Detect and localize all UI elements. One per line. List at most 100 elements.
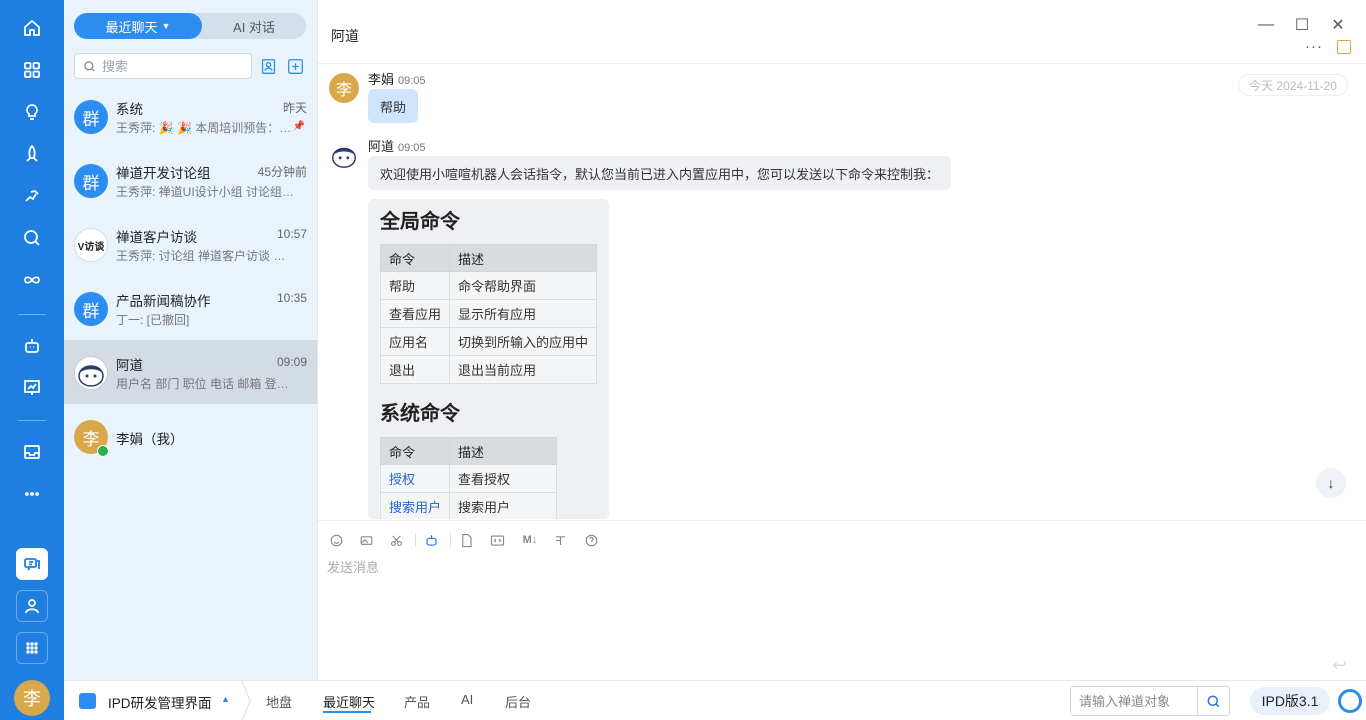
contacts-book-icon[interactable]	[258, 56, 278, 76]
conversation-name: 禅道开发讨论组	[116, 166, 211, 181]
robot-icon[interactable]	[422, 531, 440, 549]
conversation-item[interactable]: V访谈 禅道客户访谈 10:57 王秀萍: 讨论组 禅道客户访谈 所…	[64, 212, 317, 276]
tab-recent-chats[interactable]: 最近聊天 ▼	[74, 13, 202, 39]
lightbulb-icon[interactable]	[16, 96, 48, 128]
conversation-preview: 用户名 部门 职位 电话 邮箱 登录…	[116, 377, 296, 391]
global-commands-table: 命令 描述 帮助 命令帮助界面 查看应用 显示所有应用 应用名 切换到所输入的应用中 退…	[380, 244, 597, 384]
send-icon[interactable]: ↩	[1332, 655, 1347, 676]
home-icon[interactable]	[16, 12, 48, 44]
message-input[interactable]	[327, 557, 1347, 657]
close-icon[interactable]: ✕	[1327, 14, 1349, 36]
arrow-down-icon: ↓	[1327, 475, 1335, 491]
conversation-time: 45分钟前	[257, 165, 307, 179]
image-icon[interactable]	[357, 531, 375, 549]
more-options-icon[interactable]: ···	[1305, 38, 1323, 55]
runner-icon[interactable]	[16, 180, 48, 212]
chat-header: 阿道 — ☐ ✕ ···	[318, 0, 1366, 64]
group-avatar: 群	[74, 100, 108, 134]
infinity-icon[interactable]	[16, 264, 48, 296]
date-divider: 今天 2024-11-20	[1238, 74, 1348, 96]
tab-admin[interactable]: 后台	[505, 692, 531, 711]
group-avatar: 群	[74, 164, 108, 198]
tab-ai-chat[interactable]: AI 对话	[202, 13, 306, 39]
file-icon[interactable]	[457, 531, 475, 549]
minimize-icon[interactable]: —	[1255, 14, 1277, 36]
tab-product[interactable]: 产品	[404, 692, 430, 711]
more-icon[interactable]	[16, 478, 48, 510]
conversation-item[interactable]: 阿道 09:09 用户名 部门 职位 电话 邮箱 登录…	[64, 340, 317, 404]
maximize-icon[interactable]: ☐	[1291, 14, 1313, 36]
grid-icon[interactable]	[16, 54, 48, 86]
system-commands-table: 命令 描述 授权 查看授权 搜索用户 搜索用户	[380, 437, 557, 519]
robot-avatar	[74, 356, 108, 390]
conversation-item[interactable]: 群 系统 昨天 王秀萍: 🎉 🎉 本周培训预告：… 📌	[64, 84, 317, 148]
user-avatar[interactable]: 李	[14, 680, 50, 716]
system-commands-heading: 系统命令	[380, 403, 460, 425]
command-link[interactable]: 授权	[380, 464, 450, 493]
table-row: 退出 退出当前应用	[380, 355, 597, 384]
message-composer: M↓ ↩	[318, 520, 1366, 680]
online-status-icon	[97, 445, 109, 457]
tab-recent-chat[interactable]: 最近聊天	[323, 692, 375, 711]
markdown-icon[interactable]: M↓	[519, 531, 541, 549]
emoji-icon[interactable]	[327, 531, 345, 549]
search-icon[interactable]	[16, 222, 48, 254]
table-row: 查看应用 显示所有应用	[380, 299, 597, 328]
list-mode-switch: 最近聊天 ▼ AI 对话	[74, 13, 306, 39]
command-help-card: 全局命令 命令 描述 帮助 命令帮助界面 查看应用 显示所有应用 应用名 切换到所输入的…	[368, 199, 609, 519]
command-link[interactable]: 搜索用户	[380, 492, 450, 519]
scissors-icon[interactable]	[387, 531, 405, 549]
toolbar-divider	[450, 533, 451, 547]
conversation-time: 09:09	[276, 355, 307, 369]
conversation-preview: 王秀萍: 讨论组 禅道客户访谈 所…	[116, 249, 296, 263]
conversation-item[interactable]: 李 李娟（我）	[64, 404, 317, 468]
robot-avatar[interactable]	[329, 140, 359, 170]
help-icon[interactable]	[582, 531, 600, 549]
chat-main: 阿道 — ☐ ✕ ··· 今天 2024-11-20 李 李娟 09:05 帮助 …	[317, 0, 1366, 680]
tab-ai[interactable]: AI	[461, 692, 473, 707]
conversation-name: 禅道客户访谈	[116, 230, 197, 245]
rocket-icon[interactable]	[16, 138, 48, 170]
table-row: 应用名 切换到所输入的应用中	[380, 327, 597, 356]
tab-home[interactable]: 地盘	[266, 692, 292, 711]
search-input[interactable]	[102, 58, 242, 74]
conversation-list-panel: 最近聊天▼ AI 对话 群 系统 昨天 王秀萍: 🎉 🎉 本周培训预告：… 📌 …	[64, 0, 317, 680]
message-bubble[interactable]: 欢迎使用小喧喧机器人会话指令，默认您当前已进入内置应用中，您可以发送以下命令来控…	[368, 156, 952, 190]
workspace-switcher[interactable]: IPD研发管理界面	[108, 692, 212, 712]
search-box	[74, 53, 252, 79]
workspace-icon	[79, 693, 96, 709]
code-icon[interactable]	[488, 531, 506, 549]
rail-divider	[18, 314, 46, 315]
message-bubble[interactable]: 帮助	[368, 89, 419, 123]
pin-icon: 📌	[292, 121, 305, 132]
caret-up-icon[interactable]: ▲	[221, 694, 230, 704]
conversation-time: 昨天	[282, 101, 307, 115]
clock-icon[interactable]	[1337, 40, 1351, 54]
chat-title: 阿道	[331, 28, 359, 44]
robot-icon[interactable]	[16, 330, 48, 362]
breadcrumb-separator-icon	[241, 681, 251, 720]
object-search-button[interactable]	[1197, 687, 1229, 715]
conversation-preview: 丁一: [已撤回]	[116, 313, 190, 327]
conversation-item[interactable]: 群 产品新闻稿协作 10:35 丁一: [已撤回]	[64, 276, 317, 340]
contacts-icon[interactable]	[16, 590, 48, 622]
conversation-name: 系统	[116, 102, 143, 117]
conversation-name: 李娟（我）	[116, 432, 184, 447]
app-logo-icon[interactable]	[1338, 689, 1362, 713]
global-commands-heading: 全局命令	[380, 211, 460, 233]
sender-avatar[interactable]: 李	[329, 73, 359, 103]
chart-board-icon[interactable]	[16, 372, 48, 404]
chat-icon[interactable]	[16, 548, 48, 580]
object-search-input[interactable]	[1071, 687, 1197, 715]
message-time: 09:05	[398, 75, 426, 87]
conversation-item[interactable]: 群 禅道开发讨论组 45分钟前 王秀萍: 禅道UI设计小组 讨论组…	[64, 148, 317, 212]
add-icon[interactable]	[285, 56, 305, 76]
scroll-to-bottom-button[interactable]: ↓	[1316, 468, 1346, 498]
interview-avatar: V访谈	[74, 228, 108, 262]
version-badge[interactable]: IPD版3.1	[1250, 687, 1330, 715]
text-format-icon[interactable]	[551, 531, 569, 549]
rail-divider	[18, 420, 46, 421]
apps-icon[interactable]	[16, 632, 48, 664]
bottom-bar: IPD研发管理界面 ▲ 地盘 最近聊天 产品 AI 后台 IPD版3.1	[64, 680, 1366, 720]
inbox-icon[interactable]	[16, 436, 48, 468]
